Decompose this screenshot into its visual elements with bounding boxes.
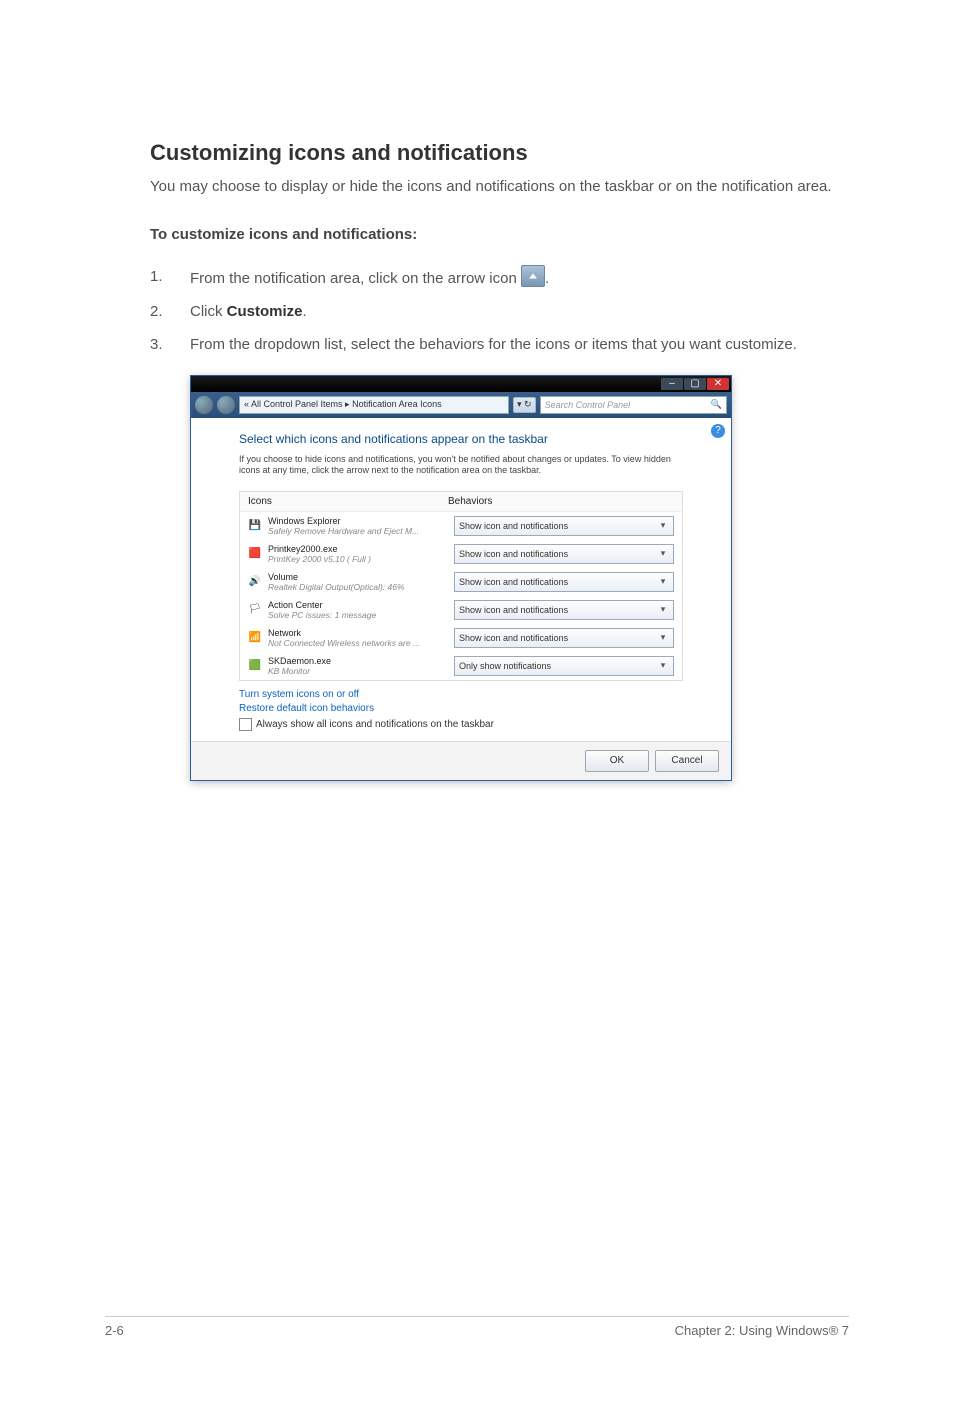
window-subtext: If you choose to hide icons and notifica… xyxy=(239,454,683,477)
row-desc: Solve PC issues: 1 message xyxy=(268,610,448,620)
behavior-select[interactable]: Show icon and notifications ▾ xyxy=(454,516,674,536)
row-title: Volume xyxy=(268,572,448,582)
minimize-button[interactable]: – xyxy=(661,378,683,390)
app-icon: 🟥 xyxy=(248,547,262,561)
section-title: Customizing icons and notifications xyxy=(150,140,849,166)
app-icon: 🟩 xyxy=(248,659,262,673)
cancel-button[interactable]: Cancel xyxy=(655,750,719,772)
network-icon: 📶 xyxy=(248,631,262,645)
checkbox-label: Always show all icons and notifications … xyxy=(256,719,494,730)
step-num: 1. xyxy=(150,265,190,290)
chevron-down-icon: ▾ xyxy=(657,576,669,587)
row-title: Windows Explorer xyxy=(268,516,448,526)
step-text-after: . xyxy=(303,303,307,320)
icons-table: Icons Behaviors 💾 Windows Explorer Safel… xyxy=(239,491,683,681)
ok-button[interactable]: OK xyxy=(585,750,649,772)
step-text: Click xyxy=(190,303,227,320)
select-value: Show icon and notifications xyxy=(459,521,568,531)
behavior-select[interactable]: Show icon and notifications ▾ xyxy=(454,572,674,592)
select-value: Show icon and notifications xyxy=(459,577,568,587)
links-block: Turn system icons on or off Restore defa… xyxy=(239,689,683,714)
breadcrumb[interactable]: « All Control Panel Items ▸ Notification… xyxy=(239,396,509,414)
steps-list: 1. From the notification area, click on … xyxy=(150,265,849,357)
window-heading: Select which icons and notifications app… xyxy=(239,432,683,446)
table-row: 🟥 Printkey2000.exe PrintKey 2000 v5.10 (… xyxy=(240,540,682,568)
behavior-select[interactable]: Only show notifications ▾ xyxy=(454,656,674,676)
step-text: From the notification area, click on the… xyxy=(190,270,521,287)
nav-forward-button[interactable] xyxy=(217,396,235,414)
step-2: 2. Click Customize. xyxy=(150,300,849,323)
table-row: 🟩 SKDaemon.exe KB Monitor Only show noti… xyxy=(240,652,682,680)
select-value: Show icon and notifications xyxy=(459,605,568,615)
close-button[interactable]: ✕ xyxy=(707,378,729,390)
arrow-up-icon xyxy=(521,265,545,287)
eject-icon: 💾 xyxy=(248,519,262,533)
page-footer: 2-6 Chapter 2: Using Windows® 7 xyxy=(105,1316,849,1338)
step-num: 3. xyxy=(150,333,190,356)
table-row: 💾 Windows Explorer Safely Remove Hardwar… xyxy=(240,512,682,540)
link-restore-defaults[interactable]: Restore default icon behaviors xyxy=(239,703,683,714)
step-bold: Customize xyxy=(227,303,303,320)
maximize-button[interactable]: ▢ xyxy=(684,378,706,390)
row-desc: Not Connected Wireless networks are ... xyxy=(268,638,448,648)
row-desc: Safely Remove Hardware and Eject M... xyxy=(268,526,448,536)
select-value: Only show notifications xyxy=(459,661,551,671)
chevron-down-icon: ▾ xyxy=(657,660,669,671)
select-value: Show icon and notifications xyxy=(459,633,568,643)
chevron-down-icon: ▾ xyxy=(657,520,669,531)
content-area: ? Select which icons and notifications a… xyxy=(191,418,731,741)
refresh-button[interactable]: ▾ ↻ xyxy=(513,397,536,413)
row-title: Action Center xyxy=(268,600,448,610)
row-title: Network xyxy=(268,628,448,638)
chevron-down-icon: ▾ xyxy=(657,548,669,559)
nav-back-button[interactable] xyxy=(195,396,213,414)
behavior-select[interactable]: Show icon and notifications ▾ xyxy=(454,544,674,564)
intro-text: You may choose to display or hide the ic… xyxy=(150,176,849,198)
chapter-label: Chapter 2: Using Windows® 7 xyxy=(675,1323,849,1338)
button-bar: OK Cancel xyxy=(191,741,731,780)
table-row: 📶 Network Not Connected Wireless network… xyxy=(240,624,682,652)
help-icon[interactable]: ? xyxy=(711,424,725,438)
search-placeholder: Search Control Panel xyxy=(545,400,631,410)
flag-icon: 🏳 xyxy=(248,603,262,617)
row-desc: PrintKey 2000 v5.10 ( Full ) xyxy=(268,554,448,564)
row-desc: KB Monitor xyxy=(268,666,448,676)
col-icons: Icons xyxy=(248,496,448,507)
table-row: 🏳 Action Center Solve PC issues: 1 messa… xyxy=(240,596,682,624)
select-value: Show icon and notifications xyxy=(459,549,568,559)
sub-heading: To customize icons and notifications: xyxy=(150,226,849,243)
table-header: Icons Behaviors xyxy=(240,492,682,512)
search-input[interactable]: Search Control Panel 🔍 xyxy=(540,396,727,414)
addressbar: « All Control Panel Items ▸ Notification… xyxy=(191,392,731,418)
behavior-select[interactable]: Show icon and notifications ▾ xyxy=(454,628,674,648)
chevron-down-icon: ▾ xyxy=(657,632,669,643)
titlebar: – ▢ ✕ xyxy=(191,376,731,392)
col-behaviors: Behaviors xyxy=(448,496,674,507)
table-row: 🔊 Volume Realtek Digital Output(Optical)… xyxy=(240,568,682,596)
checkbox-always-show[interactable] xyxy=(239,718,252,731)
window: – ▢ ✕ « All Control Panel Items ▸ Notifi… xyxy=(190,375,732,781)
step-num: 2. xyxy=(150,300,190,323)
row-desc: Realtek Digital Output(Optical): 46% xyxy=(268,582,448,592)
row-title: Printkey2000.exe xyxy=(268,544,448,554)
step-text-after: . xyxy=(545,270,549,287)
step-1: 1. From the notification area, click on … xyxy=(150,265,849,290)
step-3: 3. From the dropdown list, select the be… xyxy=(150,333,849,356)
link-system-icons[interactable]: Turn system icons on or off xyxy=(239,689,683,700)
checkbox-row: Always show all icons and notifications … xyxy=(239,718,683,731)
search-icon: 🔍 xyxy=(711,399,722,410)
chevron-down-icon: ▾ xyxy=(657,604,669,615)
page-number: 2-6 xyxy=(105,1323,124,1338)
behavior-select[interactable]: Show icon and notifications ▾ xyxy=(454,600,674,620)
step-text: From the dropdown list, select the behav… xyxy=(190,333,849,356)
volume-icon: 🔊 xyxy=(248,575,262,589)
row-title: SKDaemon.exe xyxy=(268,656,448,666)
